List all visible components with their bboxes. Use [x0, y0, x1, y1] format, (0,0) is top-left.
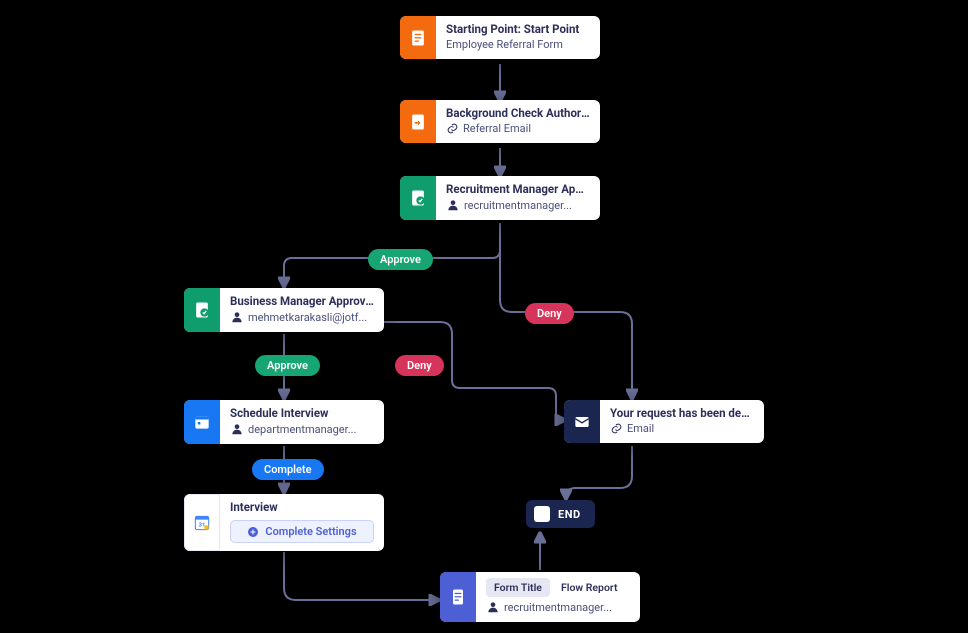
tab-flow-report[interactable]: Flow Report	[553, 578, 626, 597]
plus-circle-icon	[247, 526, 259, 538]
workflow-canvas: Starting Point: Start Point Employee Ref…	[0, 0, 968, 633]
edge-label-approve: Approve	[368, 249, 433, 270]
stop-icon	[534, 506, 550, 522]
edge-label-deny: Deny	[525, 303, 574, 324]
edge-label-deny: Deny	[395, 355, 444, 376]
node-start-point[interactable]: Starting Point: Start Point Employee Ref…	[400, 16, 600, 59]
calendar-icon	[184, 400, 220, 444]
link-icon	[446, 122, 459, 135]
tab-form-title[interactable]: Form Title	[486, 578, 550, 597]
node-title: Schedule Interview	[230, 406, 374, 422]
svg-text:31: 31	[199, 522, 206, 528]
node-title: Recruitment Manager Appro...	[446, 182, 590, 198]
end-label: END	[558, 508, 581, 521]
node-recruitment-approval[interactable]: Recruitment Manager Appro... recruitment…	[400, 176, 600, 220]
link-icon	[610, 422, 623, 435]
node-title: Interview	[230, 500, 374, 516]
complete-settings-button[interactable]: Complete Settings	[230, 520, 374, 543]
user-icon	[230, 422, 244, 436]
node-background-check[interactable]: Background Check Authoriz... Referral Em…	[400, 100, 600, 143]
document-icon	[440, 572, 476, 622]
node-subtitle: Email	[610, 422, 754, 435]
node-business-approval[interactable]: Business Manager Approval mehmetkarakasl…	[184, 288, 384, 332]
node-subtitle: Employee Referral Form	[446, 38, 590, 51]
connector-layer	[0, 0, 968, 633]
node-title: Starting Point: Start Point	[446, 22, 590, 38]
node-interview[interactable]: 31 Interview Complete Settings	[184, 494, 384, 551]
node-title: Background Check Authoriz...	[446, 106, 590, 122]
user-icon	[446, 198, 460, 212]
node-subtitle: departmentmanager...	[230, 422, 374, 436]
approval-icon	[400, 176, 436, 220]
node-end[interactable]: END	[526, 500, 595, 528]
user-icon	[486, 600, 500, 614]
node-title: Business Manager Approval	[230, 294, 374, 310]
approval-icon	[184, 288, 220, 332]
node-subtitle: recruitmentmanager...	[486, 600, 630, 614]
node-flow-report[interactable]: Form Title Flow Report recruitmentmanage…	[440, 572, 640, 622]
node-subtitle: recruitmentmanager...	[446, 198, 590, 212]
edge-label-approve: Approve	[255, 355, 320, 376]
node-subtitle: Referral Email	[446, 122, 590, 135]
node-schedule-interview[interactable]: Schedule Interview departmentmanager...	[184, 400, 384, 444]
form-icon	[400, 16, 436, 59]
mail-icon	[564, 400, 600, 443]
node-title: Your request has been denied.	[610, 406, 754, 422]
node-request-denied[interactable]: Your request has been denied. Email	[564, 400, 764, 443]
node-subtitle: mehmetkarakasli@jotf...	[230, 310, 374, 324]
edge-label-complete: Complete	[252, 459, 324, 480]
google-calendar-icon: 31	[184, 494, 220, 551]
form-share-icon	[400, 100, 436, 143]
user-icon	[230, 310, 244, 324]
report-tabs: Form Title Flow Report	[486, 578, 630, 597]
